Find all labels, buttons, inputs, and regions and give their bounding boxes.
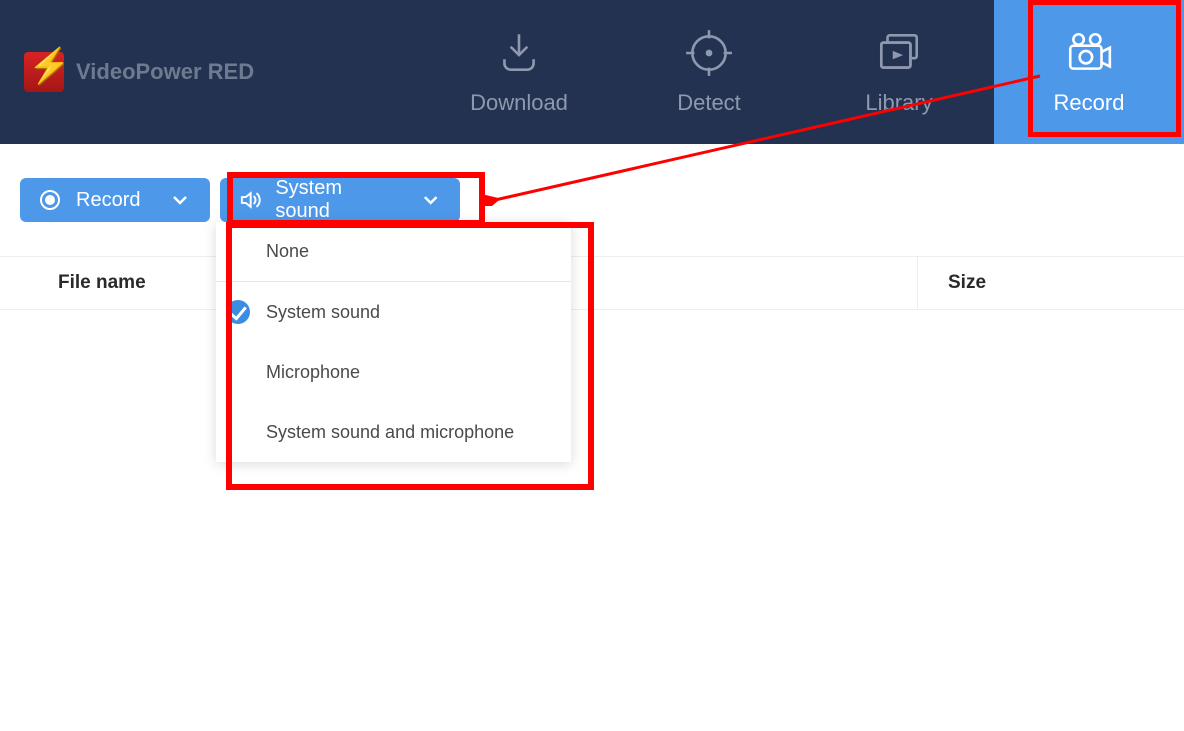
- sound-option-both[interactable]: System sound and microphone: [216, 402, 571, 462]
- library-icon: [874, 28, 924, 78]
- sound-option-none[interactable]: None: [216, 222, 571, 282]
- sound-option-label: System sound: [266, 302, 380, 323]
- chevron-down-icon: [419, 188, 442, 212]
- file-table-header: File name Size: [0, 256, 1184, 310]
- nav-download-label: Download: [470, 90, 568, 116]
- app-title: VideoPower RED: [76, 59, 254, 85]
- download-icon: [494, 28, 544, 78]
- sound-dropdown-menu: None System sound Microphone System soun…: [216, 222, 571, 462]
- chevron-down-icon: [168, 188, 192, 212]
- sound-source-label: System sound: [275, 177, 398, 223]
- sound-source-button[interactable]: System sound: [220, 178, 460, 222]
- check-icon: [226, 300, 250, 324]
- sound-option-label: None: [266, 241, 309, 262]
- logo-area: VideoPower RED: [0, 52, 424, 92]
- nav-library[interactable]: Library: [804, 0, 994, 144]
- record-button[interactable]: Record: [20, 178, 210, 222]
- record-button-label: Record: [76, 189, 140, 212]
- nav-record-label: Record: [1054, 90, 1125, 116]
- sound-option-microphone[interactable]: Microphone: [216, 342, 571, 402]
- nav-download[interactable]: Download: [424, 0, 614, 144]
- column-size: Size: [918, 272, 1184, 294]
- speaker-icon: [238, 188, 261, 212]
- nav-detect[interactable]: Detect: [614, 0, 804, 144]
- app-logo-icon: [24, 52, 64, 92]
- record-toolbar: Record System sound None: [0, 144, 1184, 256]
- record-circle-icon: [38, 188, 62, 212]
- target-icon: [684, 28, 734, 78]
- nav-library-label: Library: [865, 90, 932, 116]
- main-nav: Download Detect Library: [424, 0, 1184, 144]
- camera-icon: [1064, 28, 1114, 78]
- sound-option-label: Microphone: [266, 362, 360, 383]
- app-header: VideoPower RED Download Detect: [0, 0, 1184, 144]
- nav-detect-label: Detect: [677, 90, 741, 116]
- sound-option-system[interactable]: System sound: [216, 282, 571, 342]
- sound-dropdown-wrap: System sound None System sound Microphon…: [220, 178, 460, 222]
- sound-option-label: System sound and microphone: [266, 422, 514, 443]
- nav-record[interactable]: Record: [994, 0, 1184, 144]
